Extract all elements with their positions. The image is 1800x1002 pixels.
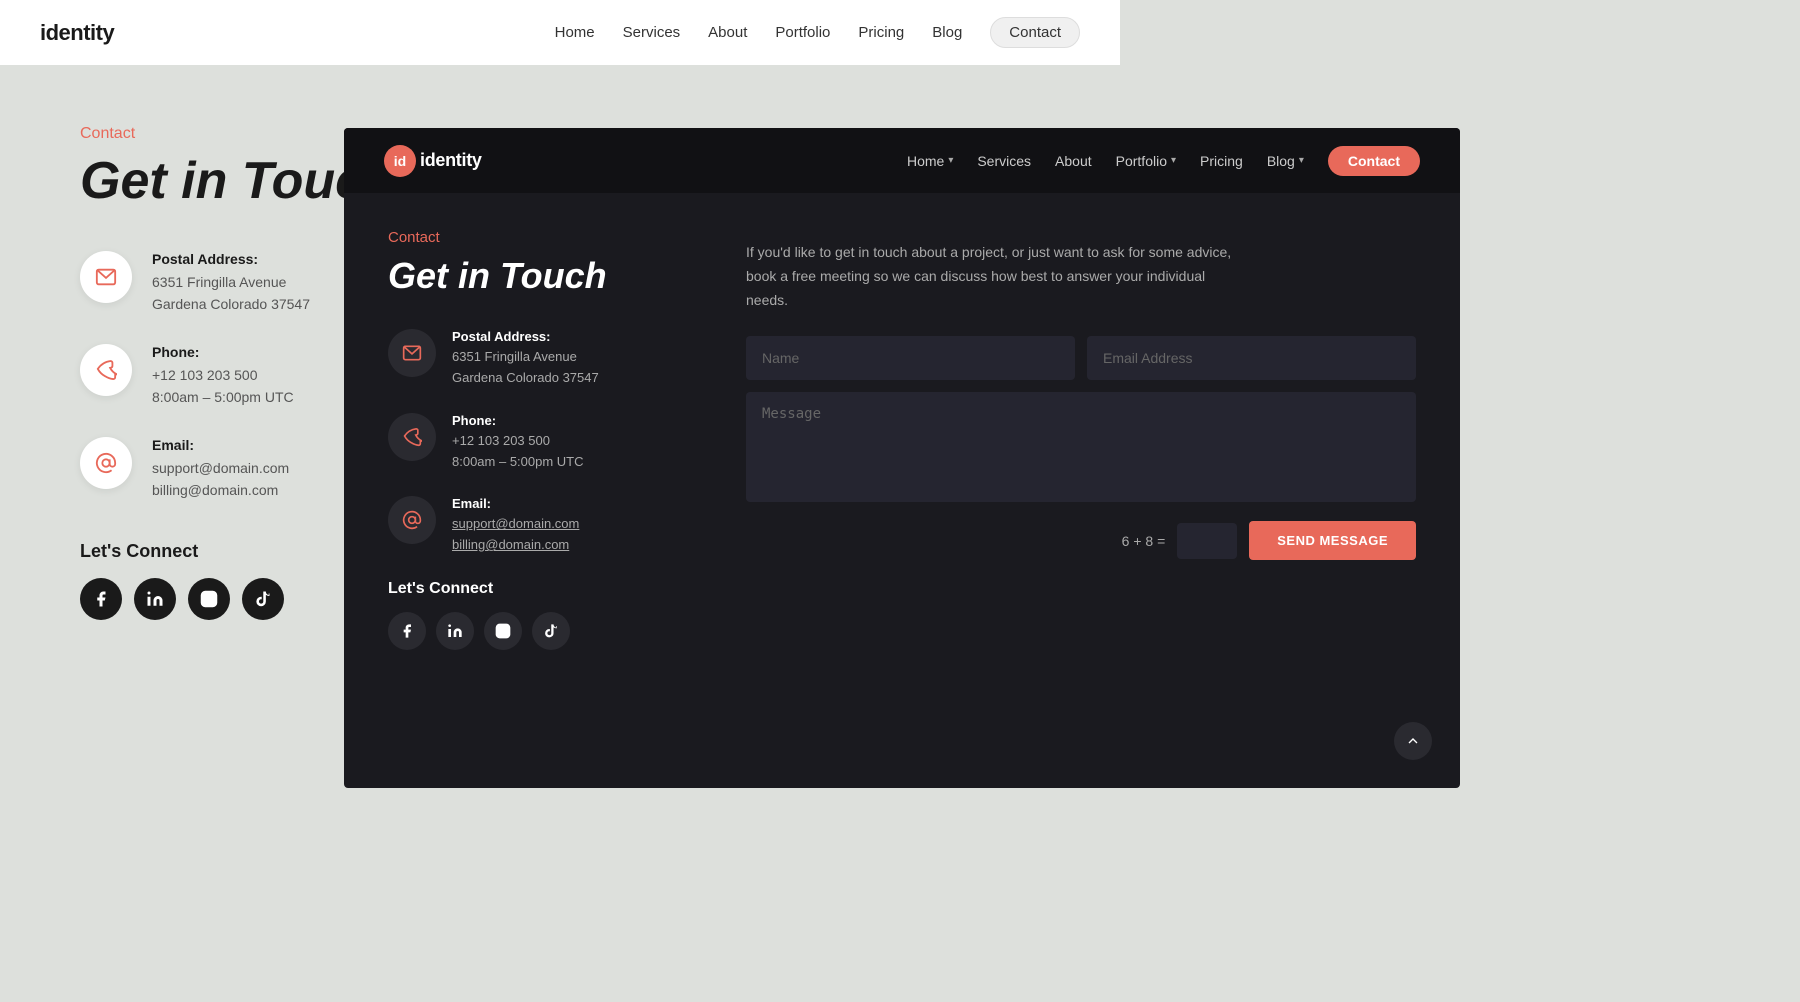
light-header: identity Home Services About Portfolio P… (0, 0, 1120, 65)
dark-phone-icon-circle (388, 413, 436, 461)
dark-modal: id identity Home ▾ Services About Portfo… (344, 128, 1460, 788)
light-email-label: Email: (152, 437, 289, 453)
captcha-input[interactable] (1177, 523, 1237, 559)
dark-postal-address: 6351 Fringilla Avenue Gardena Colorado 3… (452, 347, 599, 389)
dark-mail-icon-circle (388, 329, 436, 377)
dark-contact-label: Contact (388, 229, 698, 246)
dark-email-icon-circle (388, 496, 436, 544)
dark-nav-pricing[interactable]: Pricing (1200, 153, 1243, 169)
dark-instagram-button[interactable] (484, 612, 522, 650)
mail-icon (95, 266, 117, 288)
form-name-email-row (746, 336, 1416, 380)
light-postal-address: 6351 Fringilla Avenue Gardena Colorado 3… (152, 271, 310, 316)
dark-postal-block: Postal Address: 6351 Fringilla Avenue Ga… (388, 329, 698, 389)
email-input[interactable] (1087, 336, 1416, 380)
chevron-up-icon (1405, 733, 1421, 749)
dark-nav-services[interactable]: Services (977, 153, 1031, 169)
dark-email-label: Email: (452, 496, 579, 511)
captcha-label: 6 + 8 = (1122, 533, 1166, 549)
tiktok-icon (254, 590, 272, 608)
light-email-icon-circle (80, 437, 132, 489)
dark-tiktok-icon (543, 623, 559, 639)
light-nav-portfolio[interactable]: Portfolio (775, 24, 830, 41)
dark-phone-icon (402, 427, 422, 447)
scroll-to-top-button[interactable] (1394, 722, 1432, 760)
light-tiktok-button[interactable] (242, 578, 284, 620)
light-email-addresses: support@domain.com billing@domain.com (152, 457, 289, 502)
linkedin-icon (146, 590, 164, 608)
dark-right-column: If you'd like to get in touch about a pr… (746, 229, 1416, 650)
light-phone-label: Phone: (152, 344, 294, 360)
instagram-icon (200, 590, 218, 608)
dark-nav: Home ▾ Services About Portfolio ▾ Pricin… (907, 146, 1420, 176)
light-linkedin-button[interactable] (134, 578, 176, 620)
facebook-icon (92, 590, 110, 608)
light-logo: identity (40, 20, 114, 46)
dark-left-column: Contact Get in Touch Postal Address: 635… (388, 229, 698, 650)
dark-linkedin-button[interactable] (436, 612, 474, 650)
dark-page-title: Get in Touch (388, 254, 698, 297)
dark-at-icon (402, 510, 422, 530)
light-postal-text: Postal Address: 6351 Fringilla Avenue Ga… (152, 251, 310, 316)
dark-facebook-button[interactable] (388, 612, 426, 650)
at-icon (95, 452, 117, 474)
light-nav-about[interactable]: About (708, 24, 747, 41)
dark-nav-home[interactable]: Home ▾ (907, 153, 953, 169)
phone-icon (95, 359, 117, 381)
dark-nav-portfolio[interactable]: Portfolio ▾ (1116, 153, 1176, 169)
dark-body: Contact Get in Touch Postal Address: 635… (344, 193, 1460, 686)
dark-phone-text: Phone: +12 103 203 500 8:00am – 5:00pm U… (452, 413, 584, 473)
dark-instagram-icon (495, 623, 511, 639)
name-input[interactable] (746, 336, 1075, 380)
blog-chevron-icon: ▾ (1299, 155, 1304, 166)
dark-logo: id identity (384, 145, 482, 177)
dark-postal-text: Postal Address: 6351 Fringilla Avenue Ga… (452, 329, 599, 389)
portfolio-chevron-icon: ▾ (1171, 155, 1176, 166)
light-phone-icon-circle (80, 344, 132, 396)
light-nav-pricing[interactable]: Pricing (858, 24, 904, 41)
dark-postal-label: Postal Address: (452, 329, 599, 344)
light-phone-details: +12 103 203 500 8:00am – 5:00pm UTC (152, 364, 294, 409)
dark-linkedin-icon (447, 623, 463, 639)
light-facebook-button[interactable] (80, 578, 122, 620)
dark-nav-about[interactable]: About (1055, 153, 1092, 169)
light-nav-blog[interactable]: Blog (932, 24, 962, 41)
dark-email-block: Email: support@domain.com billing@domain… (388, 496, 698, 556)
form-bottom-row: 6 + 8 = SEND MESSAGE (746, 521, 1416, 560)
light-nav: Home Services About Portfolio Pricing Bl… (555, 17, 1080, 48)
home-chevron-icon: ▾ (948, 155, 953, 166)
dark-nav-contact-button[interactable]: Contact (1328, 146, 1420, 176)
light-mail-icon-circle (80, 251, 132, 303)
dark-mail-icon (402, 343, 422, 363)
dark-description: If you'd like to get in touch about a pr… (746, 241, 1246, 312)
dark-logo-text: identity (420, 150, 482, 171)
dark-header: id identity Home ▾ Services About Portfo… (344, 128, 1460, 193)
dark-logo-icon: id (384, 145, 416, 177)
light-nav-services[interactable]: Services (623, 24, 681, 41)
dark-connect-title: Let's Connect (388, 580, 698, 598)
dark-phone-block: Phone: +12 103 203 500 8:00am – 5:00pm U… (388, 413, 698, 473)
dark-social-row (388, 612, 698, 650)
light-phone-text: Phone: +12 103 203 500 8:00am – 5:00pm U… (152, 344, 294, 409)
light-email-text: Email: support@domain.com billing@domain… (152, 437, 289, 502)
dark-logo-icon-text: id (394, 153, 406, 169)
dark-phone-details: +12 103 203 500 8:00am – 5:00pm UTC (452, 431, 584, 473)
dark-tiktok-button[interactable] (532, 612, 570, 650)
dark-nav-blog[interactable]: Blog ▾ (1267, 153, 1304, 169)
dark-phone-label: Phone: (452, 413, 584, 428)
dark-email-text: Email: support@domain.com billing@domain… (452, 496, 579, 556)
dark-email-support[interactable]: support@domain.com (452, 514, 579, 535)
dark-email-billing[interactable]: billing@domain.com (452, 535, 579, 556)
light-postal-label: Postal Address: (152, 251, 310, 267)
light-nav-contact[interactable]: Contact (990, 17, 1080, 48)
dark-facebook-icon (399, 623, 415, 639)
send-message-button[interactable]: SEND MESSAGE (1249, 521, 1416, 560)
light-nav-home[interactable]: Home (555, 24, 595, 41)
light-instagram-button[interactable] (188, 578, 230, 620)
message-textarea[interactable] (746, 392, 1416, 502)
